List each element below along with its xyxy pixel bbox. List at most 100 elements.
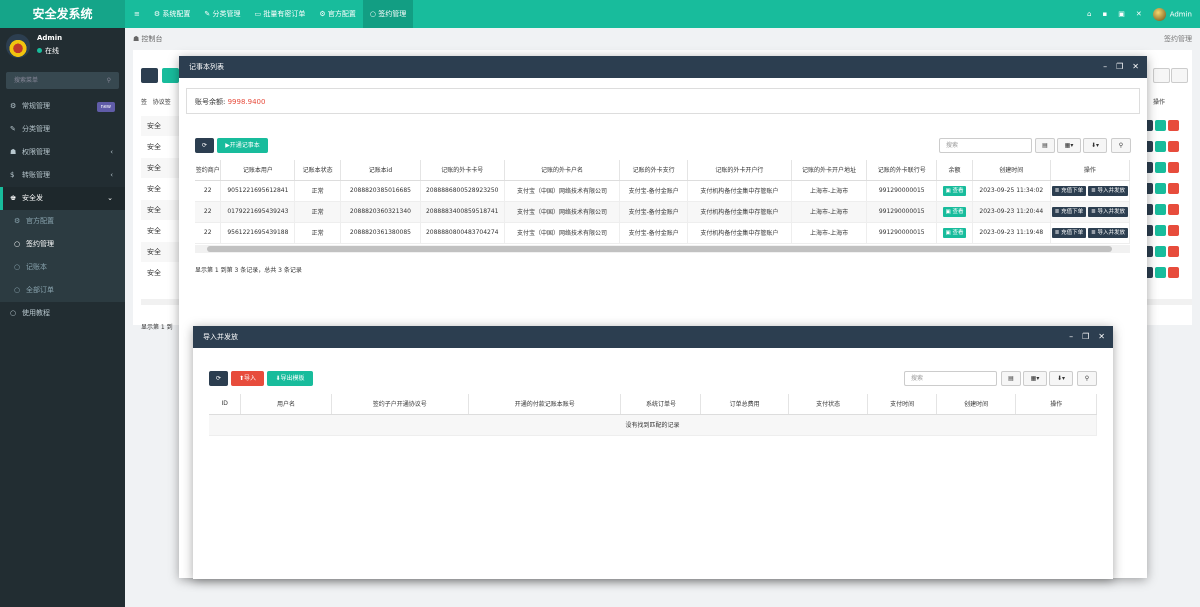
column-header[interactable]: 记账本状态 [294,160,342,181]
sidebar-item-transfer[interactable]: $ 转账管理 ‹ [0,164,125,187]
column-header[interactable]: 记账的外卡开户地址 [791,160,868,181]
column-header[interactable]: 签约子户开通协议号 [331,394,469,415]
tab-official-config[interactable]: ⚙ 官方配置 [312,0,363,28]
delete-icon[interactable] [1168,162,1179,173]
column-header[interactable]: 操作 [1015,394,1097,415]
columns-button[interactable] [1153,68,1170,83]
add-button[interactable] [162,68,179,83]
sidebar-toggle-button[interactable]: ≡ [127,0,147,28]
edit-icon[interactable] [1155,141,1166,152]
column-header[interactable]: ID [209,394,242,415]
delete-icon[interactable] [1168,204,1179,215]
export-dropdown-button[interactable]: ⬇▾ [1083,138,1107,153]
toggle-view-button[interactable]: ▤ [1001,371,1021,386]
minimize-icon[interactable]: – [1069,326,1073,348]
toggle-view-button[interactable]: ▤ [1035,138,1055,153]
import-distribute-button[interactable]: ≣ 导入并发放 [1088,206,1128,217]
view-balance-button[interactable]: ▣ 查看 [942,185,967,196]
edit-icon[interactable] [1155,225,1166,236]
app-logo[interactable]: 安全发系统 [0,0,125,28]
edit-icon[interactable] [1155,162,1166,173]
column-header[interactable]: 订单总费用 [700,394,789,415]
export-template-button[interactable]: ⬇导出模板 [267,371,313,386]
minimize-icon[interactable]: – [1103,56,1107,78]
column-header[interactable]: 创建时间 [936,394,1017,415]
search-input[interactable]: 搜索 [904,371,997,386]
tab-batch-orders[interactable]: ▭ 批量有密订单 [248,0,313,28]
edit-icon[interactable] [1155,204,1166,215]
delete-icon[interactable] [1168,225,1179,236]
recharge-order-button[interactable]: ≣ 充值下单 [1051,185,1087,196]
scrollbar-thumb[interactable] [207,246,1112,252]
edit-icon[interactable] [1155,267,1166,278]
delete-icon[interactable] [1168,120,1179,131]
open-ledger-button[interactable]: ▶开通记事本 [217,138,268,153]
import-distribute-button[interactable]: ≣ 导入并发放 [1088,227,1128,238]
sidebar-item-contract[interactable]: ○ 签约管理 [0,233,125,256]
language-icon[interactable]: ▣ [1118,10,1125,18]
window-title-bar[interactable]: 记事本列表 – ❐ ✕ [179,56,1147,78]
delete-icon[interactable] [1168,141,1179,152]
sidebar-item-permission[interactable]: ☗ 权限管理 ‹ [0,141,125,164]
view-balance-button[interactable]: ▣ 查看 [942,206,967,217]
sidebar-item-category[interactable]: ✎ 分类管理 [0,118,125,141]
trash-icon[interactable]: ▪ [1102,10,1107,18]
column-header[interactable]: 记账的外卡卡号 [420,160,505,181]
sidebar-item-official-config[interactable]: ⚙ 官方配置 [0,210,125,233]
refresh-button[interactable]: ⟳ [209,371,228,386]
maximize-icon[interactable]: ❐ [1082,326,1089,348]
window-title-bar[interactable]: 导入并发放 – ❐ ✕ [193,326,1113,348]
delete-icon[interactable] [1168,246,1179,257]
column-header[interactable]: 系统订单号 [620,394,702,415]
column-header[interactable]: 支付状态 [788,394,869,415]
column-header[interactable]: 用户名 [240,394,332,415]
search-icon[interactable]: ⚲ [107,72,111,89]
tab-system-config[interactable]: ⚙ 系统配置 [147,0,198,28]
search-input[interactable]: 搜索 [939,138,1032,153]
columns-dropdown-button[interactable]: ▦▾ [1023,371,1047,386]
column-header[interactable]: 记账的外卡支行 [619,160,689,181]
column-header[interactable]: 记账的外卡开户行 [687,160,792,181]
column-header[interactable]: 操作 [1050,160,1131,181]
search-button[interactable] [1171,68,1188,83]
sidebar-item-all-orders[interactable]: ○ 全部订单 [0,279,125,302]
refresh-button[interactable]: ⟳ [195,138,214,153]
column-header[interactable]: 支付时间 [867,394,937,415]
recharge-order-button[interactable]: ≣ 充值下单 [1051,227,1087,238]
sidebar-item-tutorial[interactable]: ○ 使用教程 [0,302,125,325]
columns-dropdown-button[interactable]: ▦▾ [1057,138,1081,153]
delete-icon[interactable] [1168,183,1179,194]
home-icon[interactable]: ⌂ [1087,10,1091,18]
column-header[interactable]: 签约商户 [195,160,222,181]
import-button[interactable]: ⬆导入 [231,371,264,386]
close-icon[interactable]: ✕ [1098,326,1105,348]
sidebar-item-general[interactable]: ⚙ 常规管理 new [0,95,125,118]
view-balance-button[interactable]: ▣ 查看 [942,227,967,238]
export-dropdown-button[interactable]: ⬇▾ [1049,371,1073,386]
sidebar-search-input[interactable]: 搜索菜单 ⚲ [6,72,119,89]
fullscreen-icon[interactable]: ✕ [1136,10,1142,18]
tab-category[interactable]: ✎ 分类管理 [197,0,247,28]
edit-icon[interactable] [1155,120,1166,131]
maximize-icon[interactable]: ❐ [1116,56,1123,78]
column-header[interactable]: 记账本id [340,160,421,181]
edit-icon[interactable] [1155,183,1166,194]
column-header[interactable]: 记账的外卡联行号 [866,160,938,181]
column-header[interactable]: 创建时间 [972,160,1051,181]
user-menu[interactable]: Admin [1152,7,1192,21]
close-icon[interactable]: ✕ [1132,56,1139,78]
delete-icon[interactable] [1168,267,1179,278]
column-header[interactable]: 余额 [936,160,973,181]
edit-icon[interactable] [1155,246,1166,257]
column-header[interactable]: 记账的外卡户名 [504,160,621,181]
refresh-button[interactable] [141,68,158,83]
sidebar-item-ledger[interactable]: ○ 记账本 [0,256,125,279]
import-distribute-button[interactable]: ≣ 导入并发放 [1088,185,1128,196]
advanced-search-button[interactable]: ⚲ [1111,138,1131,153]
column-header[interactable]: 记账本用户 [220,160,296,181]
horizontal-scrollbar[interactable] [195,245,1130,253]
sidebar-item-anquanfa[interactable]: ♚ 安全发 ⌄ [0,187,125,210]
column-header[interactable]: 开通的付款记账本账号 [468,394,622,415]
breadcrumb[interactable]: ☗ 控制台 [133,34,163,44]
tab-contract-management[interactable]: ○ 签约管理 [362,0,414,28]
